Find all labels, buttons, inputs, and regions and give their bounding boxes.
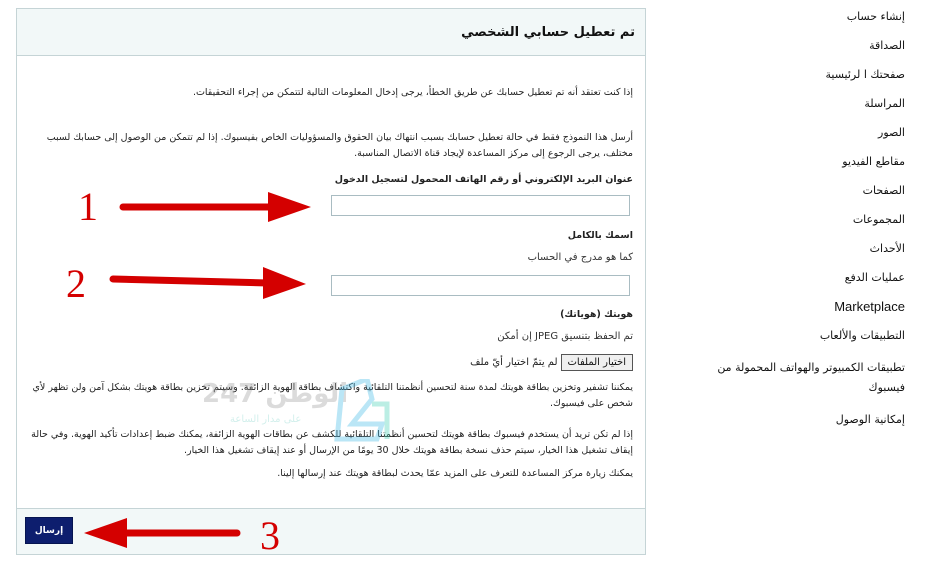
- help-sidebar: إنشاء حساب الصداقة صفحتك ا لرئيسية المرا…: [685, 10, 905, 442]
- sidebar-item-photos[interactable]: الصور: [685, 126, 905, 140]
- id-hint: تم الحفظ بتنسيق JPEG إن أمكن: [497, 331, 633, 342]
- annotation-step-1: 1: [78, 184, 98, 229]
- full-name-label: اسمك بالكامل: [567, 230, 633, 241]
- intro-text: إذا كنت تعتقد أنه تم تعطيل حسابك عن طريق…: [192, 87, 633, 98]
- sidebar-item-apps-games[interactable]: التطبيقات والألعاب: [685, 329, 905, 343]
- email-label: عنوان البريد الإلكتروني أو رقم الهاتف ال…: [334, 174, 633, 185]
- sidebar-item-events[interactable]: الأحداث: [685, 242, 905, 256]
- choose-files-button[interactable]: اختيار الملفات: [560, 354, 633, 371]
- sidebar-item-payments[interactable]: عمليات الدفع: [685, 271, 905, 285]
- sidebar-item-videos[interactable]: مقاطع الفيديو: [685, 155, 905, 169]
- sidebar-item-friendship[interactable]: الصداقة: [685, 39, 905, 53]
- page-title: تم تعطيل حسابي الشخصي: [461, 24, 635, 40]
- annotation-arrow-1-icon: [119, 192, 311, 222]
- full-name-input[interactable]: [331, 275, 630, 296]
- id-optout-text: إذا لم تكن تريد أن يستخدم فيسبوك بطاقة ه…: [31, 429, 633, 456]
- sidebar-item-groups[interactable]: المجموعات: [685, 213, 905, 227]
- sidebar-item-pages[interactable]: الصفحات: [685, 184, 905, 198]
- panel-header: تم تعطيل حسابي الشخصي: [17, 9, 645, 56]
- full-name-hint: كما هو مدرج في الحساب: [527, 252, 633, 263]
- sidebar-item-marketplace[interactable]: Marketplace: [685, 300, 905, 314]
- id-label: هويتك (هوياتك): [560, 309, 633, 320]
- watermark-subtext: على مدار الساعة: [230, 414, 302, 425]
- notice-text: أرسل هذا النموذج فقط في حالة تعطيل حسابك…: [46, 132, 633, 159]
- sidebar-item-desktop-mobile-apps[interactable]: تطبيقات الكمبيوتر والهواتف المحمولة من ف…: [685, 358, 905, 398]
- annotation-arrow-3-icon: [84, 518, 241, 548]
- submit-button[interactable]: إرسال: [25, 517, 73, 544]
- sidebar-item-home-page[interactable]: صفحتك ا لرئيسية: [685, 68, 905, 82]
- annotation-step-2: 2: [66, 261, 86, 306]
- sidebar-item-create-account[interactable]: إنشاء حساب: [685, 10, 905, 24]
- annotation-step-3: 3: [260, 513, 280, 558]
- annotation-arrow-2-icon: [109, 267, 306, 299]
- sidebar-item-accessibility[interactable]: إمكانية الوصول: [685, 413, 905, 427]
- help-center-text: يمكنك زيارة مركز المساعدة للتعرف على الم…: [277, 468, 633, 479]
- email-or-phone-input[interactable]: [331, 195, 630, 216]
- id-storage-text: يمكننا تشفير وتخزين بطاقة هويتك لمدة سنة…: [32, 382, 633, 409]
- file-status-text: لم يتمّ اختيار أيّ ملف: [470, 357, 558, 368]
- file-picker: اختيار الملفات لم يتمّ اختيار أيّ ملف: [470, 354, 633, 371]
- sidebar-item-messaging[interactable]: المراسلة: [685, 97, 905, 111]
